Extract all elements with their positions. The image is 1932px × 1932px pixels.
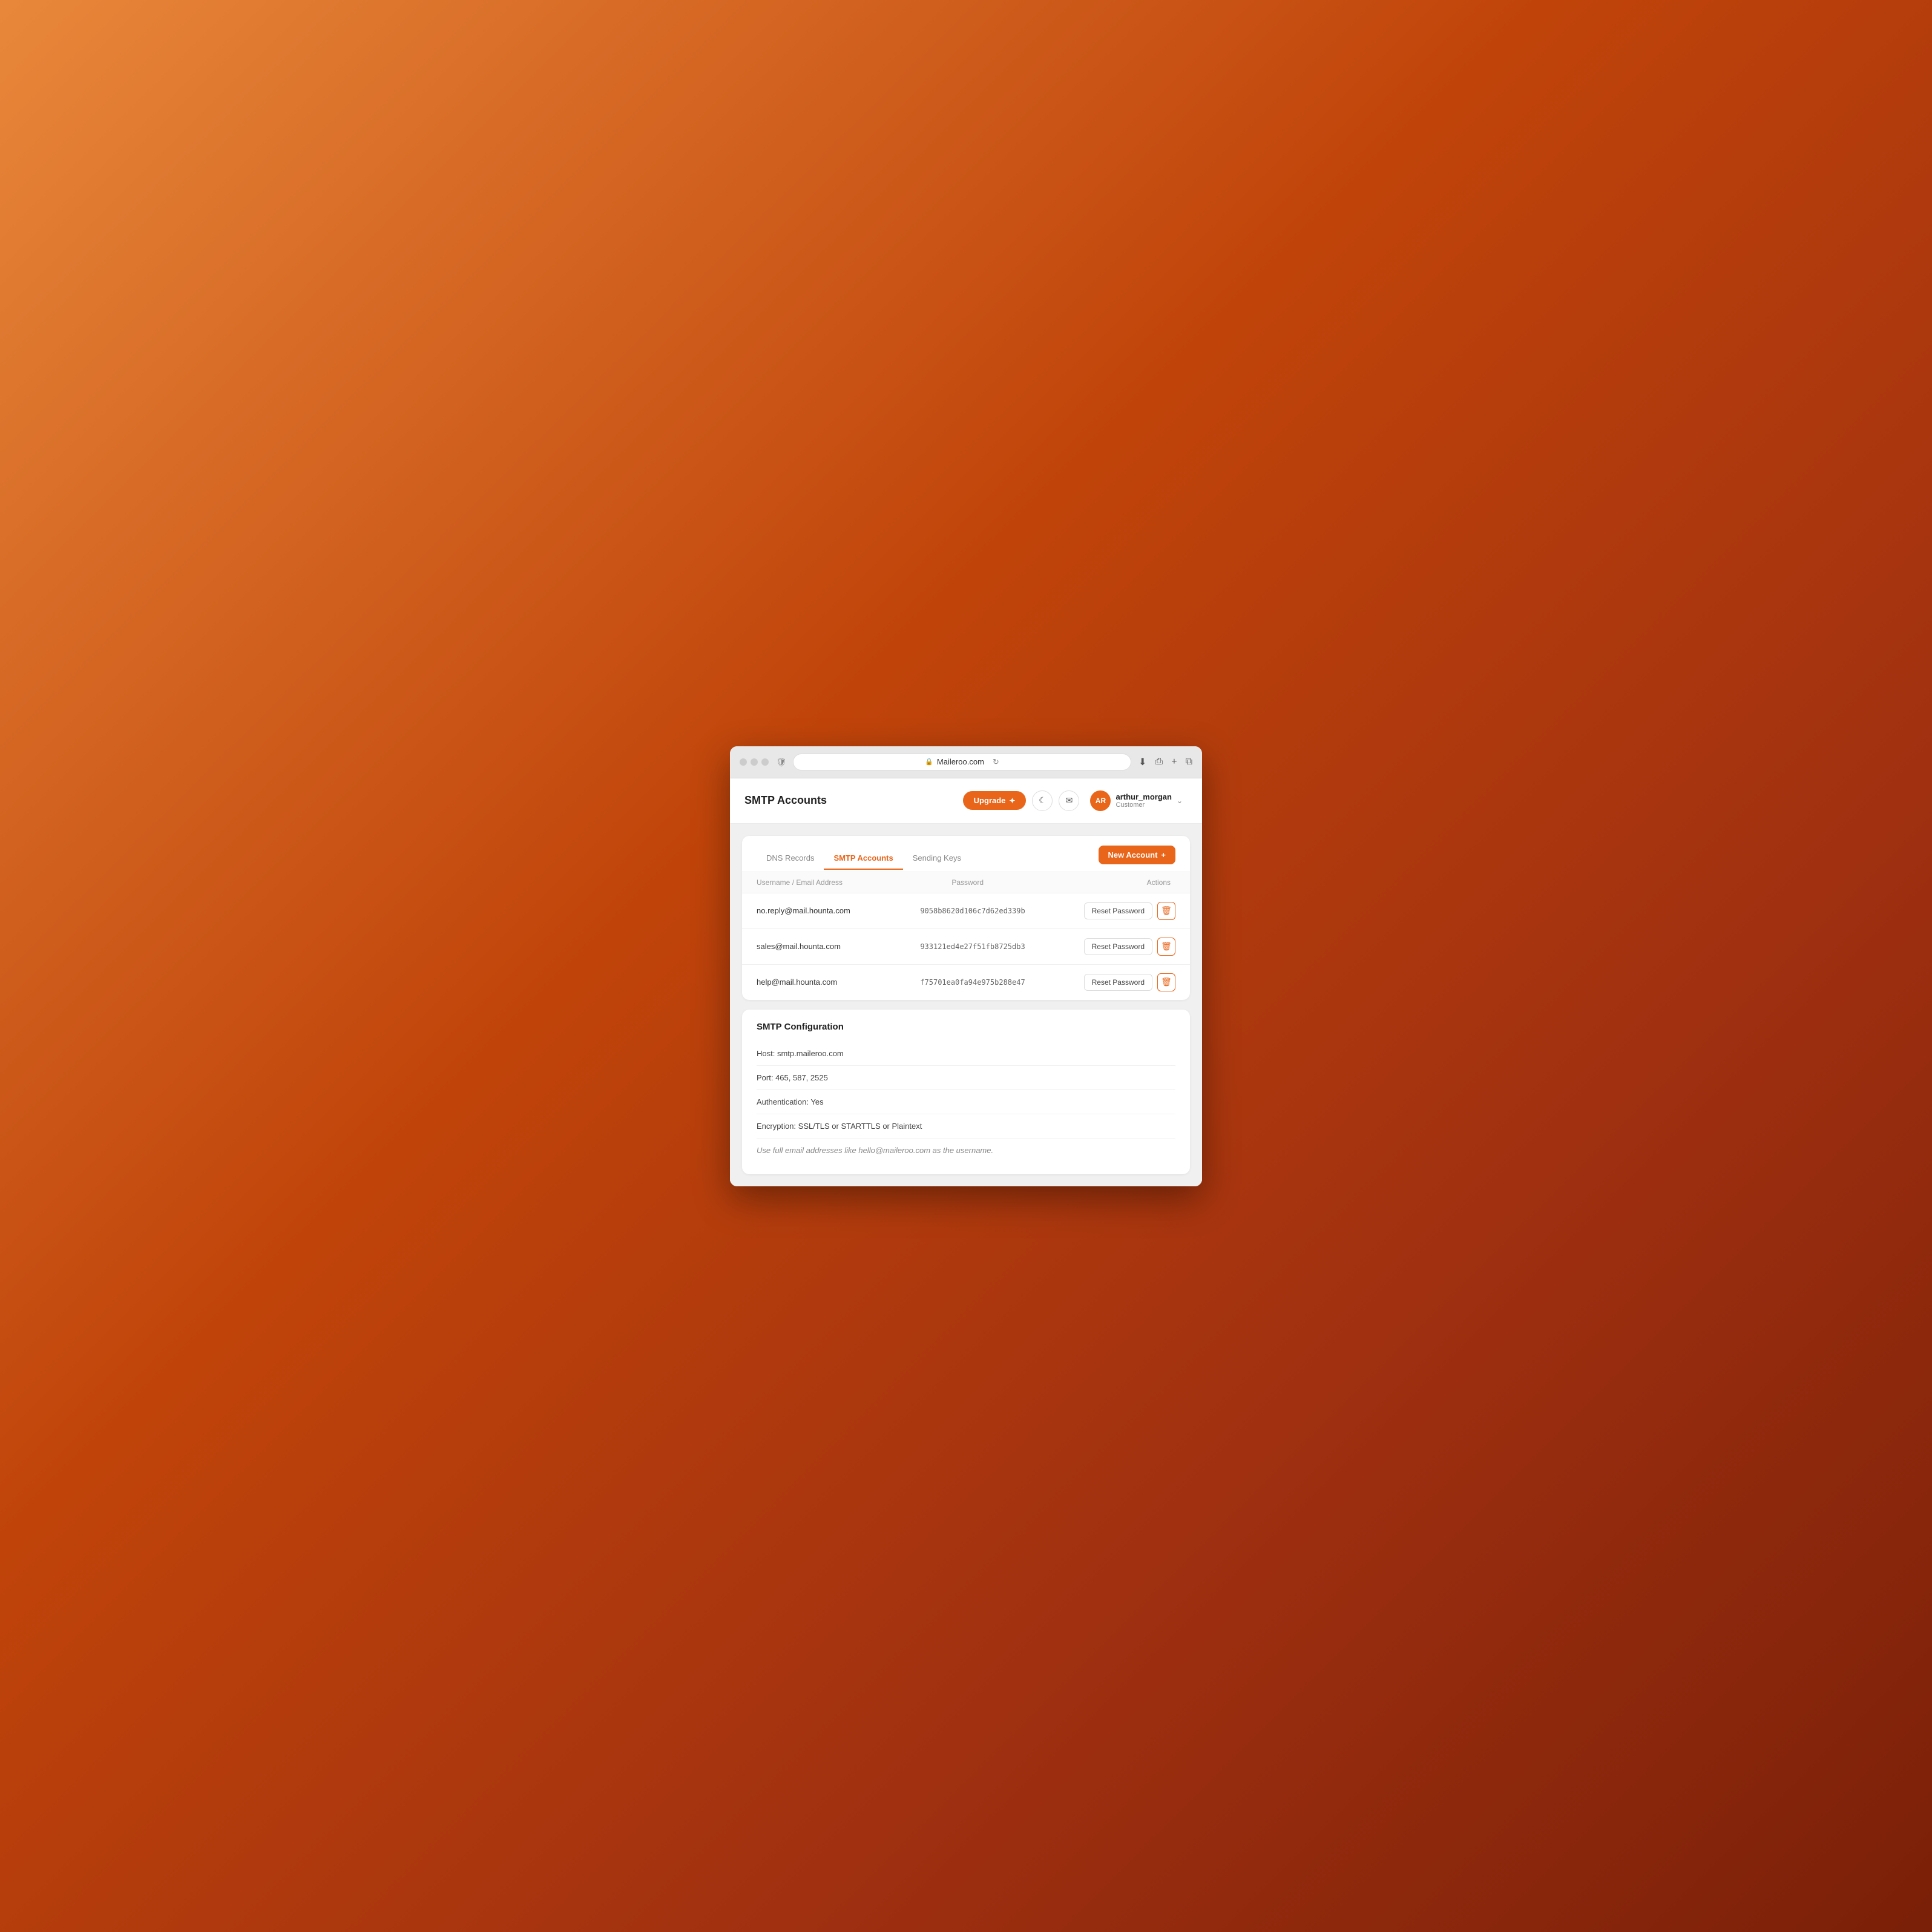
table-header: Username / Email Address Password Action… <box>742 872 1190 893</box>
main-content: DNS Records SMTP Accounts Sending Keys N… <box>730 824 1202 1186</box>
sparkle-icon: ✦ <box>1009 797 1015 805</box>
user-menu[interactable]: AR arthur_morgan Customer ⌄ <box>1085 788 1188 813</box>
username: arthur_morgan <box>1116 792 1171 801</box>
column-actions: Actions <box>1147 878 1175 887</box>
delete-account-button[interactable]: 🗑 <box>1157 973 1175 991</box>
chevron-down-icon: ⌄ <box>1177 797 1183 805</box>
config-note: Use full email addresses like hello@mail… <box>757 1138 1175 1162</box>
user-info: arthur_morgan Customer <box>1116 792 1171 809</box>
new-account-button[interactable]: New Account + <box>1099 846 1175 864</box>
lock-icon: 🔒 <box>925 758 933 766</box>
smtp-config-card: SMTP Configuration Host: smtp.maileroo.c… <box>742 1010 1190 1174</box>
address-bar[interactable]: 🔒 Maileroo.com ↻ <box>793 754 1131 770</box>
app-container: SMTP Accounts Upgrade ✦ ☾ ✉ AR ar <box>730 778 1202 1186</box>
email-cell: sales@mail.hounta.com <box>757 942 920 951</box>
accounts-table: Username / Email Address Password Action… <box>742 872 1190 1000</box>
reset-password-button[interactable]: Reset Password <box>1084 902 1152 919</box>
share-icon[interactable]: ⎙ <box>1155 757 1163 767</box>
config-encryption: Encryption: SSL/TLS or STARTTLS or Plain… <box>757 1114 1175 1138</box>
reset-password-button[interactable]: Reset Password <box>1084 974 1152 991</box>
minimize-dot <box>751 758 758 766</box>
avatar: AR <box>1090 790 1111 811</box>
column-email: Username / Email Address <box>757 878 951 887</box>
tabs-icon[interactable]: ⧉ <box>1186 757 1192 767</box>
trash-icon: 🗑 <box>1161 905 1172 916</box>
download-icon[interactable]: ⬇ <box>1138 756 1146 768</box>
theme-toggle-button[interactable]: ☾ <box>1032 790 1053 811</box>
upgrade-button[interactable]: Upgrade ✦ <box>963 791 1027 810</box>
maximize-dot <box>761 758 769 766</box>
tab-smtp-accounts[interactable]: SMTP Accounts <box>824 847 902 870</box>
delete-account-button[interactable]: 🗑 <box>1157 938 1175 956</box>
url-text: Maileroo.com <box>937 757 984 766</box>
column-password: Password <box>951 878 1146 887</box>
email-cell: help@mail.hounta.com <box>757 978 920 987</box>
tab-dns-records[interactable]: DNS Records <box>757 847 824 870</box>
new-tab-icon[interactable]: + <box>1171 757 1177 767</box>
table-row: sales@mail.hounta.com 933121ed4e27f51fb8… <box>742 929 1190 965</box>
config-title: SMTP Configuration <box>757 1022 1175 1032</box>
email-cell: no.reply@mail.hounta.com <box>757 906 920 915</box>
delete-account-button[interactable]: 🗑 <box>1157 902 1175 920</box>
mail-icon: ✉ <box>1066 795 1073 806</box>
moon-icon: ☾ <box>1039 795 1046 806</box>
shield-icon: 🛡 <box>776 757 786 767</box>
close-dot <box>740 758 747 766</box>
tabs-header: DNS Records SMTP Accounts Sending Keys N… <box>742 836 1190 872</box>
refresh-icon[interactable]: ↻ <box>993 757 999 767</box>
user-role: Customer <box>1116 801 1171 809</box>
window-controls <box>740 758 769 766</box>
navigation-tabs: DNS Records SMTP Accounts Sending Keys <box>757 847 971 869</box>
tab-sending-keys[interactable]: Sending Keys <box>903 847 971 870</box>
plus-icon: + <box>1161 850 1166 859</box>
actions-cell: Reset Password 🗑 <box>1084 938 1175 956</box>
accounts-card: DNS Records SMTP Accounts Sending Keys N… <box>742 836 1190 1000</box>
actions-cell: Reset Password 🗑 <box>1084 973 1175 991</box>
config-host: Host: smtp.maileroo.com <box>757 1042 1175 1066</box>
password-cell: f75701ea0fa94e975b288e47 <box>920 978 1083 987</box>
password-cell: 9058b8620d106c7d62ed339b <box>920 907 1083 915</box>
browser-chrome: 🛡 🔒 Maileroo.com ↻ ⬇ ⎙ + ⧉ <box>730 746 1202 778</box>
config-port: Port: 465, 587, 2525 <box>757 1066 1175 1090</box>
new-account-label: New Account <box>1108 850 1158 859</box>
table-row: help@mail.hounta.com f75701ea0fa94e975b2… <box>742 965 1190 1000</box>
header-actions: Upgrade ✦ ☾ ✉ AR arthur_morgan Customer <box>963 788 1188 813</box>
password-cell: 933121ed4e27f51fb8725db3 <box>920 942 1083 951</box>
page-title: SMTP Accounts <box>744 794 827 807</box>
actions-cell: Reset Password 🗑 <box>1084 902 1175 920</box>
config-auth: Authentication: Yes <box>757 1090 1175 1114</box>
reset-password-button[interactable]: Reset Password <box>1084 938 1152 955</box>
browser-action-buttons: ⬇ ⎙ + ⧉ <box>1138 756 1192 768</box>
page-header: SMTP Accounts Upgrade ✦ ☾ ✉ AR ar <box>730 778 1202 824</box>
table-row: no.reply@mail.hounta.com 9058b8620d106c7… <box>742 893 1190 929</box>
upgrade-label: Upgrade <box>974 796 1006 805</box>
browser-window: 🛡 🔒 Maileroo.com ↻ ⬇ ⎙ + ⧉ SMTP Accounts… <box>730 746 1202 1186</box>
trash-icon: 🗑 <box>1161 977 1172 987</box>
mail-button[interactable]: ✉ <box>1059 790 1079 811</box>
trash-icon: 🗑 <box>1161 941 1172 951</box>
